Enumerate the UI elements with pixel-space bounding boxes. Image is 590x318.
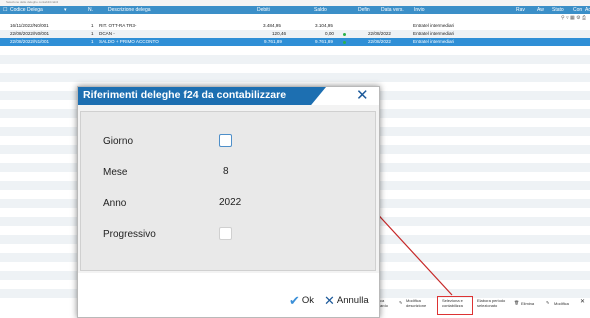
- mese-field[interactable]: 8: [223, 166, 229, 177]
- mese-label: Mese: [103, 167, 128, 178]
- anno-label: Anno: [103, 198, 127, 209]
- annulla-button[interactable]: ✕ Annulla: [324, 293, 369, 309]
- annulla-label: Annulla: [336, 295, 369, 306]
- progressivo-label: Progressivo: [103, 229, 156, 240]
- giorno-field[interactable]: [219, 134, 232, 147]
- close-icon: ✕: [324, 293, 335, 308]
- progressivo-field[interactable]: [219, 227, 232, 240]
- check-icon: ✔: [289, 293, 300, 308]
- dialog-footer: ✔ Ok ✕ Annulla: [78, 273, 379, 317]
- dialog-titlebar: Riferimenti deleghe f24 da contabilizzar…: [78, 87, 379, 105]
- dialog-title: Riferimenti deleghe f24 da contabilizzar…: [83, 89, 287, 101]
- deleghe-dialog: Riferimenti deleghe f24 da contabilizzar…: [77, 86, 380, 318]
- ok-label: Ok: [301, 295, 315, 306]
- close-icon[interactable]: ✕: [356, 88, 369, 104]
- ok-button[interactable]: ✔ Ok: [289, 293, 314, 309]
- giorno-label: Giorno: [103, 136, 134, 147]
- anno-field[interactable]: 2022: [219, 197, 241, 208]
- dialog-form: Giorno Mese 8 Anno 2022 Progressivo: [80, 111, 376, 271]
